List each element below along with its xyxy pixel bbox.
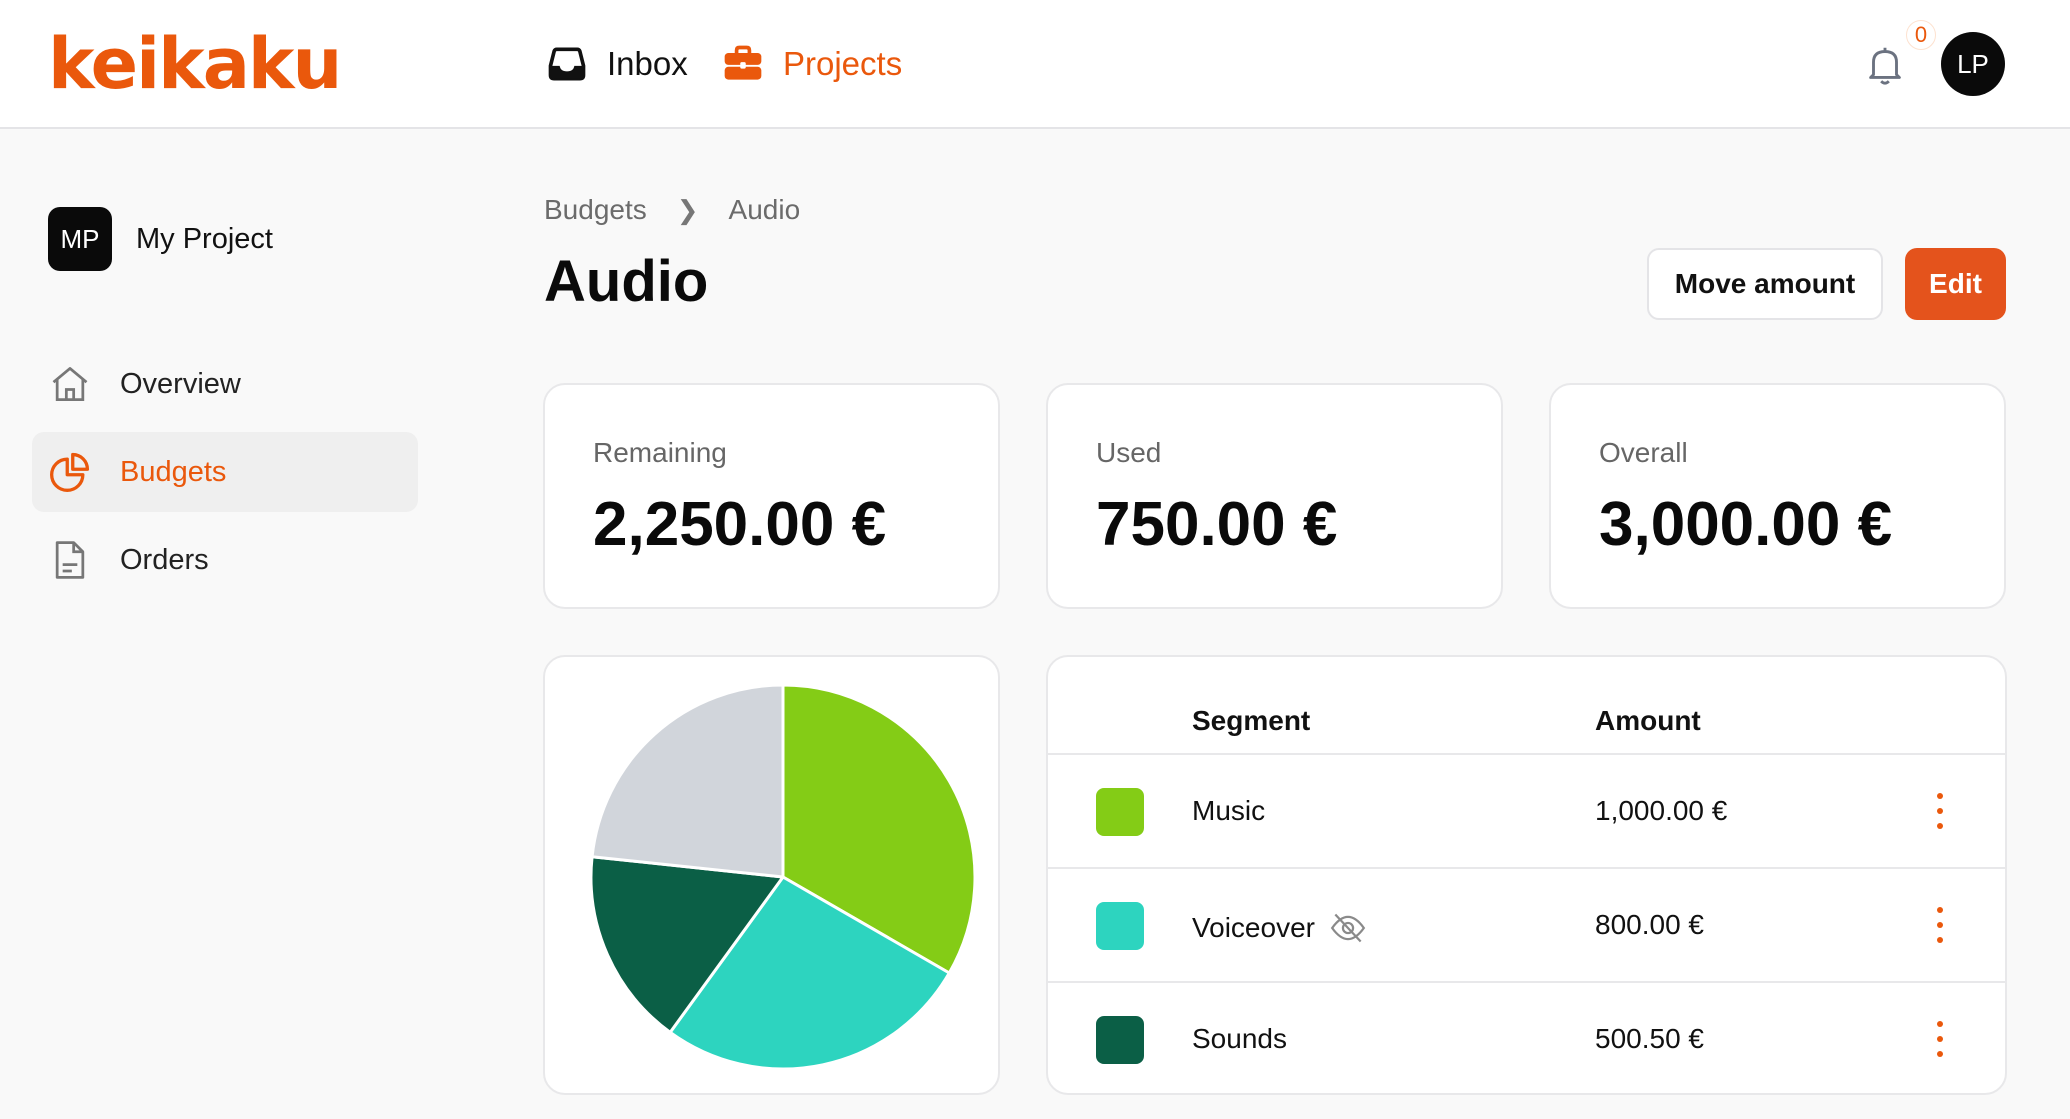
sidebar-item-orders[interactable]: Orders — [32, 520, 418, 600]
more-vertical-icon[interactable] — [1936, 1019, 1944, 1059]
stat-card-used: Used 750.00 € — [1046, 383, 1503, 609]
stat-value: 3,000.00 € — [1599, 490, 1893, 559]
segment-amount: 800.00 € — [1595, 909, 1704, 940]
column-header-segment: Segment — [1192, 705, 1311, 736]
document-icon — [55, 541, 85, 579]
table-row[interactable]: Voiceover 800.00 € — [1048, 867, 2005, 981]
more-vertical-icon[interactable] — [1936, 905, 1944, 945]
project-name: My Project — [136, 222, 273, 255]
user-avatar[interactable]: LP — [1941, 32, 2005, 96]
sidebar-item-label: Orders — [120, 543, 209, 576]
edit-button[interactable]: Edit — [1905, 248, 2006, 320]
project-avatar: MP — [48, 207, 112, 271]
page-title: Audio — [544, 249, 709, 314]
sidebar-item-budgets[interactable]: Budgets — [32, 432, 418, 512]
column-header-amount: Amount — [1595, 705, 1701, 736]
stat-label: Remaining — [593, 437, 727, 468]
breadcrumb: Budgets ❯ Audio — [544, 194, 800, 226]
sidebar-item-label: Budgets — [120, 455, 227, 488]
pie-chart-icon — [50, 452, 90, 492]
segment-name: Music — [1192, 795, 1265, 827]
segment-color-swatch — [1096, 1016, 1144, 1064]
top-bar: keikaku Inbox Projects 0 LP — [0, 0, 2070, 129]
project-switcher[interactable]: MP My Project — [48, 207, 273, 271]
notification-count-badge: 0 — [1906, 20, 1936, 50]
segment-name-text: Music — [1192, 795, 1266, 826]
table-row[interactable]: Sounds 500.50 € — [1048, 981, 2005, 1093]
pie-slice-remaining — [590, 683, 785, 879]
eye-off-icon — [1330, 913, 1366, 943]
nav-projects-label: Projects — [783, 45, 903, 82]
table-row[interactable]: Music 1,000.00 € — [1048, 753, 2005, 867]
app-logo[interactable]: keikaku — [48, 24, 342, 104]
bell-icon[interactable] — [1862, 42, 1908, 88]
segment-name-text: Sounds — [1192, 1023, 1287, 1054]
chevron-right-icon: ❯ — [676, 194, 699, 225]
stat-value: 2,250.00 € — [593, 490, 887, 559]
nav-inbox-label: Inbox — [607, 45, 688, 82]
segment-color-swatch — [1096, 902, 1144, 950]
segment-name: Sounds — [1192, 1023, 1287, 1055]
segment-amount: 500.50 € — [1595, 1023, 1704, 1054]
breadcrumb-audio[interactable]: Audio — [729, 194, 801, 226]
nav-inbox[interactable]: Inbox — [545, 38, 688, 90]
inbox-icon — [548, 47, 586, 81]
segment-color-swatch — [1096, 788, 1144, 836]
segments-table: Segment Amount Music 1,000.00 € Voiceove… — [1046, 655, 2007, 1095]
stat-card-remaining: Remaining 2,250.00 € — [543, 383, 1000, 609]
segment-name-text: Voiceover — [1192, 912, 1315, 943]
stat-card-overall: Overall 3,000.00 € — [1549, 383, 2006, 609]
stat-label: Used — [1096, 437, 1162, 468]
budget-pie-chart-card — [543, 655, 1000, 1095]
breadcrumb-budgets[interactable]: Budgets — [544, 194, 647, 226]
stat-label: Overall — [1599, 437, 1688, 468]
stat-value: 750.00 € — [1096, 490, 1338, 559]
move-amount-button[interactable]: Move amount — [1647, 248, 1883, 320]
budget-pie-chart — [589, 683, 977, 1071]
nav-projects[interactable]: Projects — [721, 38, 902, 90]
segment-name: Voiceover — [1192, 909, 1367, 947]
home-icon — [52, 367, 88, 401]
briefcase-icon — [724, 45, 762, 80]
more-vertical-icon[interactable] — [1936, 791, 1944, 831]
sidebar-item-overview[interactable]: Overview — [32, 344, 418, 424]
sidebar-item-label: Overview — [120, 367, 241, 400]
segment-amount: 1,000.00 € — [1595, 795, 1728, 826]
